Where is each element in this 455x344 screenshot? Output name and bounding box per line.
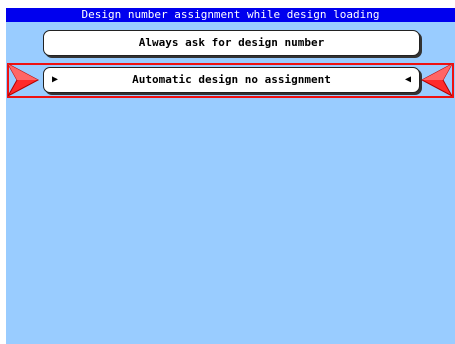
option-label: Automatic design no assignment	[132, 73, 331, 86]
title-bar: Design number assignment while design lo…	[6, 8, 455, 22]
arrow-left-icon: ◀	[404, 74, 411, 85]
arrow-right-icon: ▶	[52, 74, 59, 85]
screen: Design number assignment while design lo…	[6, 8, 455, 344]
always-ask-button[interactable]: Always ask for design number	[43, 30, 420, 56]
pointer-left-icon	[420, 64, 452, 96]
automatic-assignment-button[interactable]: ▶ Automatic design no assignment ◀	[43, 67, 420, 93]
option-label: Always ask for design number	[138, 36, 325, 49]
pointer-right-icon	[8, 64, 40, 96]
